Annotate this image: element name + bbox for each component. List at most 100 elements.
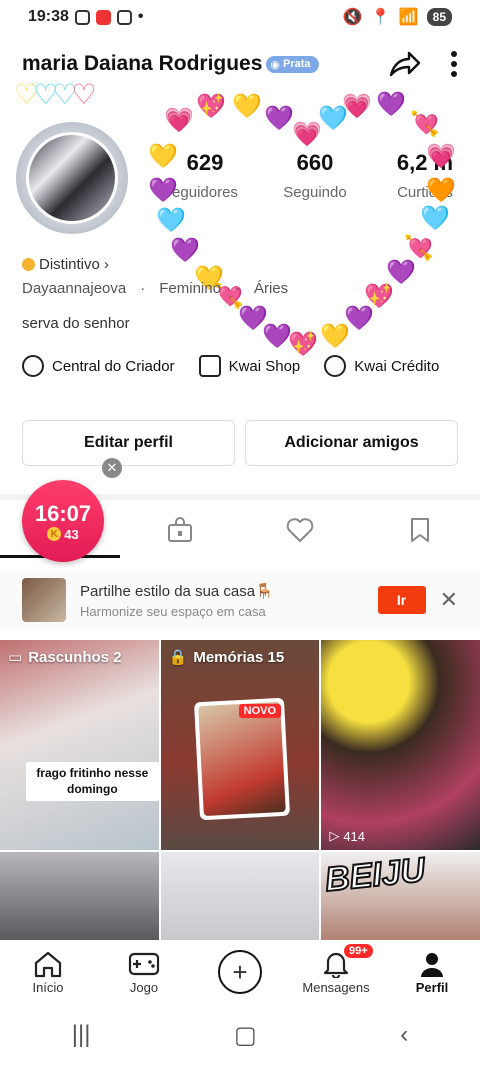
mute-icon: 🔇	[342, 9, 363, 26]
coin-count: 43	[64, 526, 79, 542]
stat-following[interactable]: 660 Seguindo	[260, 150, 370, 201]
reward-timer[interactable]: 16:07 K 43	[22, 480, 104, 562]
video-grid: ▭ Rascunhos 2 frago fritinho nesse domin…	[0, 640, 480, 940]
bottom-navigation: Início Jogo + 99+ Mensagens Perfil	[0, 940, 480, 1004]
profile-name: maria Daiana Rodrigues	[22, 52, 263, 75]
close-icon[interactable]: ✕	[102, 458, 122, 478]
avatar[interactable]	[16, 122, 128, 234]
status-bar: 19:38 • 🔇 📍 📶 85	[0, 0, 480, 34]
add-friends-button[interactable]: Adicionar amigos	[245, 420, 458, 466]
tier-badge-icon: ◉	[270, 58, 281, 71]
heart-icon: 💖	[196, 93, 226, 120]
lock-bag-icon	[168, 517, 192, 542]
promo-banner[interactable]: Partilhe estilo da sua casa🪑 Harmonize s…	[0, 570, 480, 630]
heart-icon: 💜	[264, 105, 294, 132]
nav-profile[interactable]: Perfil	[384, 940, 480, 1004]
memories-tile[interactable]: 🔒 Memórias 15 NOVO	[160, 640, 320, 850]
status-dot: •	[137, 8, 144, 25]
creator-center-link[interactable]: Central do Criador	[22, 355, 175, 377]
views-value: 414	[343, 828, 366, 844]
likes-count: 6,2 m	[396, 150, 454, 175]
nav-profile-label: Perfil	[415, 979, 449, 995]
nav-messages-label: Mensagens	[302, 979, 370, 995]
recent-apps-icon[interactable]: |||	[72, 1021, 91, 1049]
profile-sign: Áries	[253, 280, 289, 297]
profile-info: Dayaannajeova · Feminino · Áries	[22, 280, 288, 297]
chevron-right-icon: ›	[103, 256, 109, 273]
heart-icon: 💛	[320, 323, 350, 350]
share-icon[interactable]	[388, 49, 422, 79]
new-badge: NOVO	[238, 704, 282, 718]
kwai-credits-link[interactable]: Kwai Crédito	[324, 355, 439, 377]
nav-messages[interactable]: 99+ Mensagens	[288, 940, 384, 1004]
coin-icon: K	[47, 527, 62, 541]
kwai-credits-label: Kwai Crédito	[354, 357, 440, 375]
view-count: ▷ 414	[329, 828, 365, 844]
shopping-bag-icon	[198, 355, 221, 377]
nav-home[interactable]: Início	[0, 940, 96, 1004]
memories-label: Memórias 15	[193, 648, 285, 666]
video-tile[interactable]	[160, 852, 320, 940]
nav-game-label: Jogo	[129, 979, 159, 995]
video-tile[interactable]	[0, 852, 159, 940]
person-icon	[421, 952, 443, 977]
edit-profile-button[interactable]: Editar perfil	[22, 420, 235, 466]
instagram-icon	[116, 9, 132, 25]
location-icon: 📍	[370, 9, 391, 26]
close-icon[interactable]: ✕	[440, 587, 458, 613]
heart-icon: 🩵	[156, 207, 186, 234]
distintivo-icon	[22, 258, 35, 271]
memory-image	[197, 701, 286, 817]
likes-label: Curtidas	[397, 184, 453, 201]
system-navigation: ||| ▢ ‹	[0, 1004, 480, 1066]
heart-icon: 💜	[376, 91, 406, 118]
lightning-icon	[22, 355, 44, 377]
separator: ·	[140, 280, 146, 297]
more-options-icon[interactable]	[450, 50, 458, 78]
drafts-caption: frago fritinho nesse domingo	[26, 762, 159, 802]
following-count: 660	[296, 150, 334, 175]
video-tile[interactable]: BEIJU	[321, 852, 480, 940]
drafts-label: Rascunhos 2	[28, 648, 122, 666]
tab-likes[interactable]	[240, 502, 360, 558]
heart-icon: 🧡	[426, 177, 456, 204]
timer-coins: K 43	[47, 526, 79, 542]
timer-time: 16:07	[34, 500, 92, 526]
app-icon	[95, 9, 111, 25]
profile-actions: Editar perfil Adicionar amigos	[22, 420, 458, 466]
heart-icon: 💗	[342, 93, 372, 120]
home-icon	[34, 951, 62, 977]
tab-saved[interactable]	[360, 502, 480, 558]
nav-game[interactable]: Jogo	[96, 940, 192, 1004]
heart-icon: 🩵	[420, 205, 450, 232]
profile-gender: Feminino	[159, 280, 221, 297]
quick-links: Central do Criador Kwai Shop Kwai Crédit…	[22, 355, 480, 377]
tier-badge[interactable]: ◉ Prata	[266, 55, 319, 73]
status-time: 19:38	[28, 8, 69, 25]
drafts-icon: ▭	[8, 649, 23, 666]
heart-icon	[286, 518, 314, 542]
promo-thumbnail	[22, 578, 66, 622]
nav-home-label: Início	[32, 979, 64, 995]
drafts-tile[interactable]: ▭ Rascunhos 2 frago fritinho nesse domin…	[0, 640, 159, 850]
heart-icon: 💗	[164, 107, 194, 134]
heart-icon: 💜	[148, 177, 178, 204]
nav-create[interactable]: +	[192, 940, 288, 1004]
home-button-icon[interactable]: ▢	[234, 1021, 257, 1050]
back-icon[interactable]: ‹	[400, 1021, 408, 1049]
decorative-hearts: ♡♡♡♡	[14, 79, 96, 110]
stat-likes[interactable]: 6,2 m Curtidas	[370, 150, 480, 201]
distintivo-link[interactable]: Distintivo ›	[22, 256, 109, 273]
following-label: Seguindo	[283, 184, 347, 201]
notification-badge: 99+	[344, 944, 373, 958]
video-tile[interactable]: ▷ 414	[321, 640, 480, 850]
tab-private[interactable]	[120, 502, 240, 558]
gamepad-icon	[128, 952, 160, 975]
kwai-shop-link[interactable]: Kwai Shop	[198, 355, 300, 377]
promo-go-button[interactable]: Ir	[377, 586, 426, 614]
whatsapp-icon	[74, 9, 90, 25]
plus-icon: +	[218, 950, 262, 994]
heart-icon: 💛	[148, 143, 178, 170]
battery-indicator: 85	[426, 8, 452, 26]
profile-handle: Dayaannajeova	[22, 280, 127, 297]
